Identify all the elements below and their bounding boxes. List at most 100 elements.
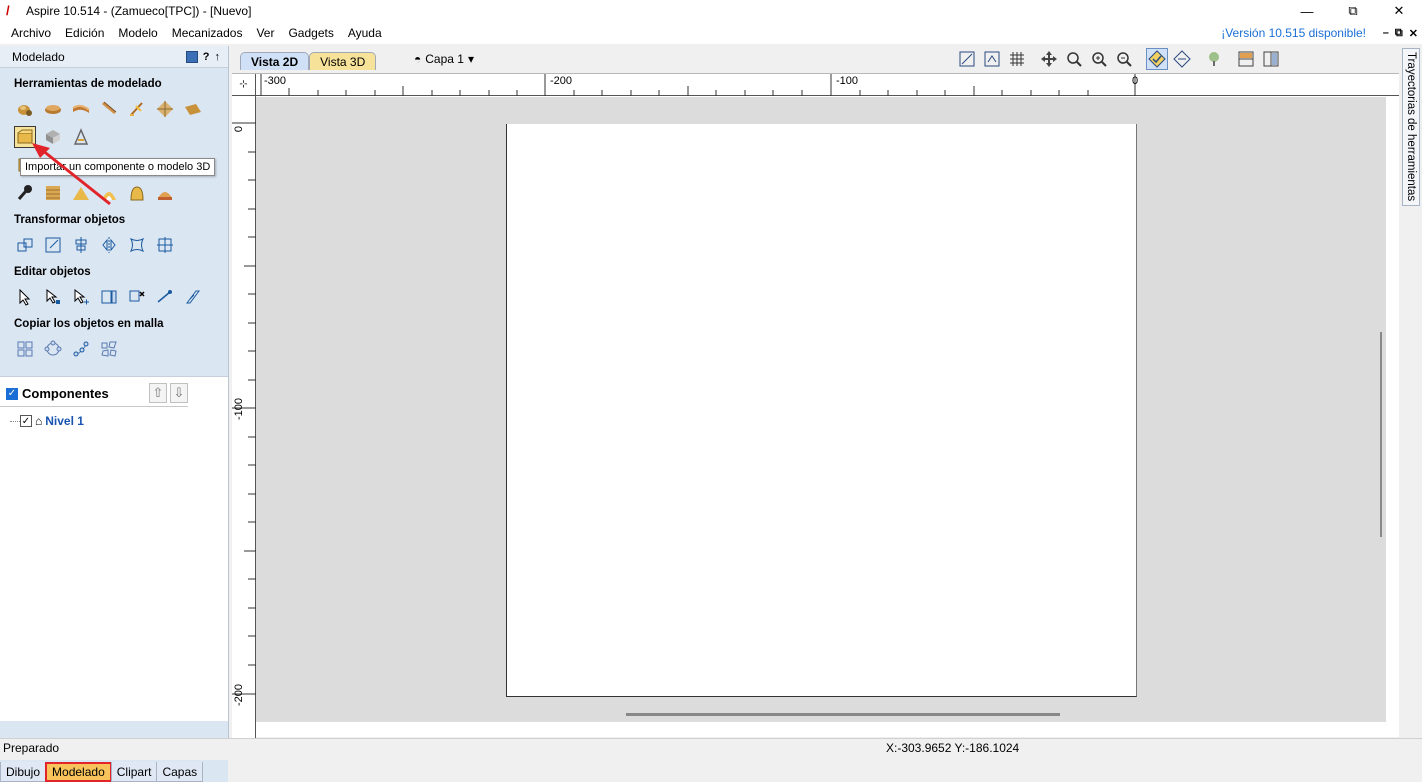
tab-trayectorias[interactable]: Trayectorias de herramientas bbox=[1402, 48, 1420, 206]
view-toolbar-snap bbox=[1146, 48, 1193, 70]
split-horizontal-icon[interactable] bbox=[1235, 48, 1257, 70]
move-component-down-button[interactable]: ⇩ bbox=[170, 383, 188, 403]
level-icon: ⌂ bbox=[35, 414, 43, 428]
panel-dock-icon[interactable] bbox=[185, 50, 198, 63]
vertical-scrollbar[interactable] bbox=[1380, 332, 1382, 537]
two-rail-sweep-icon[interactable] bbox=[98, 98, 120, 120]
layer-icon: ◓ bbox=[414, 52, 422, 66]
move-component-up-button[interactable]: ⇧ bbox=[149, 383, 167, 403]
aspire-logo-icon: / bbox=[6, 3, 10, 18]
h-tick-label: -200 bbox=[550, 75, 573, 87]
menu-mecanizados[interactable]: Mecanizados bbox=[165, 26, 250, 40]
layer-selector[interactable]: ◓ Capa 1 ▾ bbox=[414, 52, 474, 66]
distort-object-icon[interactable] bbox=[126, 234, 148, 256]
ruler-corner[interactable]: ⊹ bbox=[232, 74, 256, 96]
panel-title: Modelado bbox=[12, 49, 65, 64]
v-tick-label: -200 bbox=[233, 684, 245, 707]
tab-vista-2d[interactable]: Vista 2D bbox=[240, 52, 310, 70]
drawing-canvas[interactable] bbox=[256, 97, 1386, 722]
scale-object-icon[interactable] bbox=[42, 234, 64, 256]
horizontal-scrollbar[interactable] bbox=[626, 713, 1060, 716]
panel-pin-button[interactable]: ↑ bbox=[215, 51, 221, 63]
block-copy-icon[interactable] bbox=[14, 338, 36, 360]
view-toolbar-zoom bbox=[956, 48, 1028, 70]
view-toolbar-layout bbox=[1235, 48, 1282, 70]
extrude-icon[interactable] bbox=[42, 98, 64, 120]
zoom-to-selection-icon[interactable] bbox=[981, 48, 1003, 70]
menu-bar: Archivo Edición Modelo Mecanizados Ver G… bbox=[0, 22, 1422, 44]
shape-creator-icon[interactable] bbox=[14, 98, 36, 120]
nesting-icon[interactable] bbox=[98, 338, 120, 360]
menu-modelo[interactable]: Modelo bbox=[111, 26, 164, 40]
view-toolbar-nav bbox=[1038, 48, 1135, 70]
mdi-close-button[interactable]: ✕ bbox=[1409, 27, 1418, 40]
level-visibility-checkbox[interactable]: ✓ bbox=[20, 415, 32, 427]
texture-icon[interactable] bbox=[154, 98, 176, 120]
h-tick-label: -100 bbox=[836, 75, 859, 87]
menu-ayuda[interactable]: Ayuda bbox=[341, 26, 389, 40]
modeling-panel: Modelado ? ↑ Herramientas de modelado Tr… bbox=[0, 46, 229, 782]
2d-workspace[interactable]: ⊹ -300 -200 -100 0 0 -100 -200 bbox=[232, 73, 1399, 738]
tab-modelado[interactable]: Modelado bbox=[45, 762, 112, 782]
v-tick-label: 0 bbox=[233, 126, 245, 133]
measure-tool-icon[interactable] bbox=[154, 286, 176, 308]
layer-label: Capa 1 bbox=[425, 52, 464, 66]
zoom-to-fit-icon[interactable] bbox=[956, 48, 978, 70]
mirror-object-icon[interactable] bbox=[98, 234, 120, 256]
fade-icon[interactable] bbox=[154, 182, 176, 204]
tab-clipart[interactable]: Clipart bbox=[110, 762, 158, 782]
menu-archivo[interactable]: Archivo bbox=[4, 26, 58, 40]
level-label: Nivel 1 bbox=[45, 414, 84, 428]
node-edit-icon[interactable] bbox=[42, 286, 64, 308]
status-text: Preparado bbox=[3, 740, 60, 755]
component-level-row[interactable]: ✓ ⌂ Nivel 1 bbox=[0, 413, 228, 429]
split-vertical-icon[interactable] bbox=[1260, 48, 1282, 70]
tab-dibujo[interactable]: Dibujo bbox=[0, 762, 47, 782]
offset-tool-icon[interactable] bbox=[182, 286, 204, 308]
interactive-scale-icon[interactable] bbox=[98, 286, 120, 308]
menu-ver[interactable]: Ver bbox=[249, 26, 281, 40]
menu-edicion[interactable]: Edición bbox=[58, 26, 111, 40]
circular-copy-icon[interactable] bbox=[42, 338, 64, 360]
zoom-out-icon[interactable] bbox=[1113, 48, 1135, 70]
snap-to-grid-icon[interactable] bbox=[1171, 48, 1193, 70]
delete-object-icon[interactable] bbox=[126, 286, 148, 308]
pan-icon[interactable] bbox=[1038, 48, 1060, 70]
close-button[interactable]: ✕ bbox=[1376, 0, 1422, 22]
render-preview-icon[interactable] bbox=[1203, 48, 1225, 70]
tree-connector bbox=[10, 420, 20, 422]
panel-help-button[interactable]: ? bbox=[203, 51, 210, 63]
zoom-in-icon[interactable] bbox=[1088, 48, 1110, 70]
sculpt-icon[interactable] bbox=[126, 98, 148, 120]
material-sheet[interactable] bbox=[506, 124, 1137, 697]
menu-gadgets[interactable]: Gadgets bbox=[281, 26, 340, 40]
sweep-icon[interactable] bbox=[70, 98, 92, 120]
set-origin-icon[interactable] bbox=[154, 234, 176, 256]
move-object-icon[interactable] bbox=[14, 234, 36, 256]
components-title: Componentes bbox=[22, 386, 109, 401]
minimize-button[interactable]: — bbox=[1284, 0, 1330, 22]
status-bar: Preparado X:-303.9652 Y:-186.1024 bbox=[0, 738, 1422, 756]
tab-capas[interactable]: Capas bbox=[156, 762, 204, 782]
copy-grid-heading: Copiar los objetos en malla bbox=[14, 318, 164, 330]
version-available-link[interactable]: ¡Versión 10.515 disponible! bbox=[1221, 26, 1366, 40]
align-objects-icon[interactable] bbox=[70, 234, 92, 256]
components-visibility-checkbox[interactable]: ✓ bbox=[6, 387, 18, 400]
panel-tab-bar: Dibujo Modelado Clipart Capas bbox=[0, 760, 228, 782]
grid-icon[interactable] bbox=[1006, 48, 1028, 70]
zoom-box-icon[interactable] bbox=[1063, 48, 1085, 70]
snap-to-objects-icon[interactable] bbox=[1146, 48, 1168, 70]
flat-plane-icon[interactable] bbox=[182, 98, 204, 120]
view-tabs: Vista 2D Vista 3D bbox=[240, 52, 377, 70]
mdi-restore-button[interactable]: ⧉ bbox=[1395, 27, 1403, 40]
mdi-minimize-button[interactable]: – bbox=[1383, 27, 1389, 40]
h-tick-label: 0 bbox=[1132, 75, 1139, 87]
horizontal-ruler: -300 -200 -100 0 bbox=[256, 74, 1399, 96]
select-tool-icon[interactable] bbox=[14, 286, 36, 308]
copy-along-vector-icon[interactable] bbox=[70, 338, 92, 360]
bell-shape-icon[interactable] bbox=[126, 182, 148, 204]
transform-select-icon[interactable] bbox=[70, 286, 92, 308]
tab-vista-3d[interactable]: Vista 3D bbox=[309, 52, 377, 70]
components-panel: ✓ Componentes ⇧ ⇩ ✓ ⌂ Nivel 1 bbox=[0, 376, 228, 721]
restore-button[interactable]: ⧉ bbox=[1330, 0, 1376, 22]
